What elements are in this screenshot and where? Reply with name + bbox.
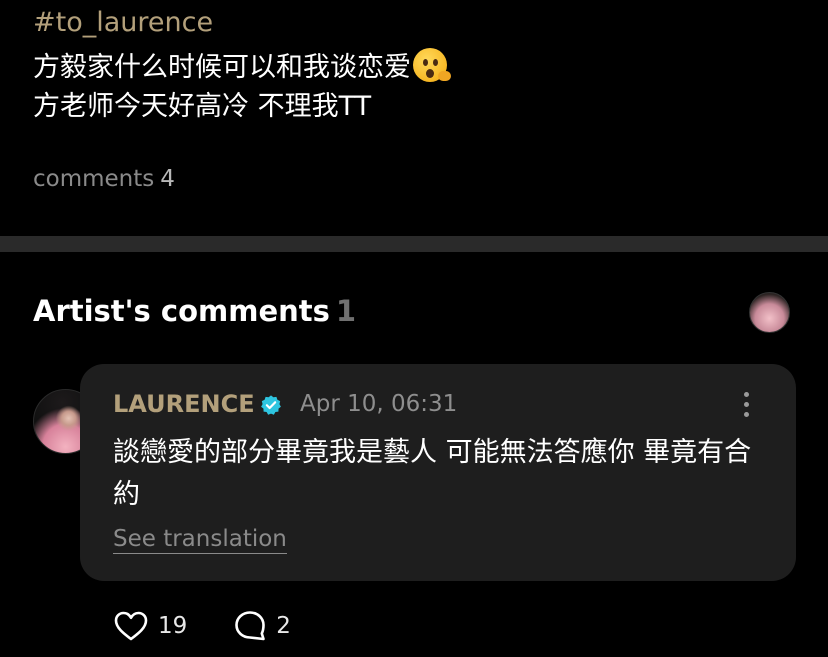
like-button[interactable]: 19 (113, 610, 187, 642)
artist-comments-header: Artist's comments 1 (33, 294, 356, 328)
comment-body-text: 談戀愛的部分畢竟我是藝人 可能無法答應你 畢竟有合約 (113, 437, 752, 510)
see-translation-link[interactable]: See translation (113, 526, 287, 554)
section-divider (0, 236, 828, 252)
hushed-face-emoji-icon (413, 48, 451, 82)
comments-number: 4 (160, 166, 175, 192)
speech-bubble-icon (235, 611, 266, 641)
more-options-icon[interactable] (736, 392, 756, 422)
comment-timestamp: Apr 10, 06:31 (300, 391, 458, 417)
comment-actions: 19 2 (113, 608, 291, 644)
post-hashtag[interactable]: #to_laurence (33, 6, 213, 40)
artist-comments-count: 1 (335, 294, 357, 328)
comments-label: comments (33, 166, 155, 192)
like-count: 19 (158, 613, 188, 639)
post-text-line-1: 方毅家什么时候可以和我谈恋爱 (33, 48, 451, 85)
comment-author-name[interactable]: LAURENCE (113, 390, 255, 418)
artist-comment-card: LAURENCE Apr 10, 06:31 談戀愛的部分畢竟我是藝人 可能無法… (80, 364, 796, 581)
artist-avatar-small[interactable] (749, 292, 790, 333)
post-line1-text: 方毅家什么时候可以和我谈恋爱 (33, 52, 411, 83)
verified-badge-icon (261, 395, 281, 415)
artist-comments-title: Artist's comments (33, 294, 330, 328)
comments-count-link[interactable]: comments 4 (33, 166, 175, 192)
reply-button[interactable]: 2 (233, 609, 291, 643)
reply-count: 2 (276, 613, 291, 639)
heart-icon (114, 611, 148, 641)
post-text-line-2: 方老师今天好高冷 不理我TT (33, 91, 372, 122)
post-content: #to_laurence 方毅家什么时候可以和我谈恋爱 方老师今天好高冷 不理我… (0, 0, 828, 236)
